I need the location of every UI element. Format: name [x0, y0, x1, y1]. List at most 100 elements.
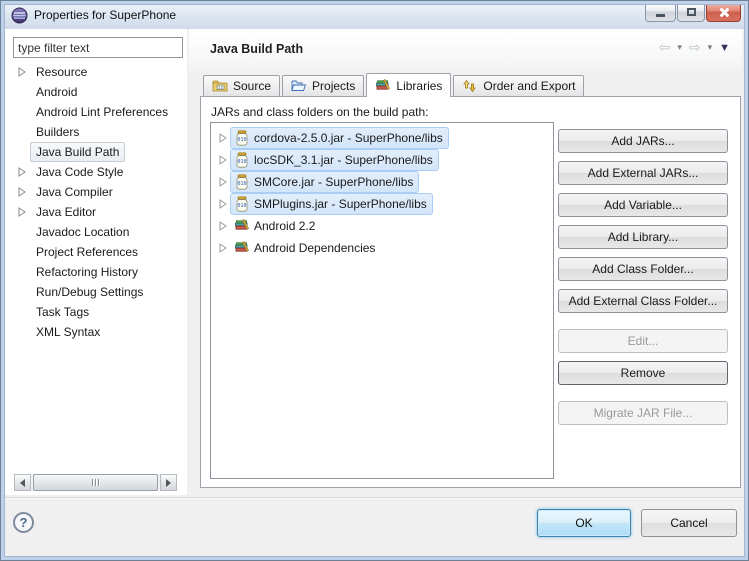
filter-input[interactable]: [13, 37, 183, 58]
sidebar-item-label: Java Code Style: [30, 162, 129, 182]
tab-label: Order and Export: [483, 79, 575, 93]
list-item-android-dependencies[interactable]: Android Dependencies: [211, 237, 553, 259]
close-icon: [718, 7, 729, 18]
list-item-smplugins-jar[interactable]: 010 SMPlugins.jar - SuperPhone/libs: [211, 193, 553, 215]
build-path-list-label: JARs and class folders on the build path…: [211, 105, 428, 119]
maximize-button[interactable]: [677, 3, 705, 22]
list-item-label: Android Dependencies: [254, 241, 375, 255]
library-books-icon: [375, 78, 391, 94]
remove-button[interactable]: Remove: [558, 361, 728, 385]
jar-file-icon: 010: [234, 130, 250, 146]
expander-icon[interactable]: [219, 243, 227, 253]
view-menu-icon[interactable]: ▼: [719, 42, 730, 54]
tab-libraries[interactable]: Libraries: [366, 73, 451, 97]
close-button[interactable]: [706, 3, 741, 22]
sidebar-item-java-code-style[interactable]: Java Code Style: [13, 162, 185, 182]
list-item-android-22[interactable]: Android 2.2: [211, 215, 553, 237]
add-class-folder-button[interactable]: Add Class Folder...: [558, 257, 728, 281]
list-item-smcore-jar[interactable]: 010 SMCore.jar - SuperPhone/libs: [211, 171, 553, 193]
expander-icon[interactable]: [219, 177, 227, 187]
order-export-icon: [462, 78, 478, 94]
scrollbar-track[interactable]: [31, 474, 160, 491]
sidebar-item-refactoring-history[interactable]: Refactoring History: [13, 262, 185, 282]
add-library-button[interactable]: Add Library...: [558, 225, 728, 249]
tab-label: Source: [233, 79, 271, 93]
android-library-icon: [234, 218, 250, 234]
list-item-cordova-jar[interactable]: 010 cordova-2.5.0.jar - SuperPhone/libs: [211, 127, 553, 149]
expander-icon[interactable]: [18, 207, 26, 217]
expander-icon[interactable]: [219, 221, 227, 231]
projects-folder-icon: [291, 78, 307, 94]
sidebar-item-android-lint-preferences[interactable]: Android Lint Preferences: [13, 102, 185, 122]
scroll-left-button[interactable]: [14, 474, 31, 491]
sidebar-item-project-references[interactable]: Project References: [13, 242, 185, 262]
add-external-jars-button[interactable]: Add External JARs...: [558, 161, 728, 185]
footer-separator: [5, 497, 744, 498]
sidebar: Resource Android Android Lint Preference…: [5, 29, 187, 495]
sidebar-item-android[interactable]: Android: [13, 82, 185, 102]
sidebar-item-label: Run/Debug Settings: [30, 282, 149, 302]
add-variable-button[interactable]: Add Variable...: [558, 193, 728, 217]
sidebar-item-label: Android Lint Preferences: [30, 102, 174, 122]
add-jars-button[interactable]: Add JARs...: [558, 129, 728, 153]
tab-order-and-export[interactable]: Order and Export: [453, 75, 584, 96]
expander-icon[interactable]: [18, 67, 26, 77]
list-item-label: locSDK_3.1.jar - SuperPhone/libs: [254, 153, 433, 167]
scroll-left-icon: [20, 479, 25, 487]
migrate-jar-file-button: Migrate JAR File...: [558, 401, 728, 425]
edit-button: Edit...: [558, 329, 728, 353]
scroll-right-icon: [166, 479, 171, 487]
tab-label: Projects: [312, 79, 355, 93]
expander-icon[interactable]: [18, 187, 26, 197]
sidebar-item-label: Project References: [30, 242, 144, 262]
title-bar[interactable]: Properties for SuperPhone: [1, 1, 748, 29]
sidebar-item-java-editor[interactable]: Java Editor: [13, 202, 185, 222]
svg-text:010: 010: [237, 137, 246, 143]
sidebar-item-run-debug-settings[interactable]: Run/Debug Settings: [13, 282, 185, 302]
android-library-icon: [234, 240, 250, 256]
maximize-icon: [687, 8, 696, 16]
sidebar-item-label: Resource: [30, 62, 93, 82]
minimize-button[interactable]: [645, 3, 676, 22]
sidebar-item-label: Refactoring History: [30, 262, 144, 282]
forward-dropdown-icon[interactable]: ▾: [708, 42, 713, 53]
help-button[interactable]: ?: [13, 512, 34, 533]
source-folder-icon: [212, 78, 228, 94]
sidebar-item-java-compiler[interactable]: Java Compiler: [13, 182, 185, 202]
window-title: Properties for SuperPhone: [34, 8, 176, 22]
expander-icon[interactable]: [219, 133, 227, 143]
sidebar-item-builders[interactable]: Builders: [13, 122, 185, 142]
sidebar-horizontal-scrollbar[interactable]: [14, 474, 177, 491]
sidebar-item-task-tags[interactable]: Task Tags: [13, 302, 185, 322]
scroll-right-button[interactable]: [160, 474, 177, 491]
list-item-label: SMCore.jar - SuperPhone/libs: [254, 175, 413, 189]
sidebar-item-xml-syntax[interactable]: XML Syntax: [13, 322, 185, 342]
sidebar-item-label: XML Syntax: [30, 322, 106, 342]
build-path-list[interactable]: 010 cordova-2.5.0.jar - SuperPhone/libs …: [210, 122, 554, 479]
minimize-icon: [656, 14, 665, 17]
expander-icon[interactable]: [219, 199, 227, 209]
list-item-label: Android 2.2: [254, 219, 315, 233]
forward-icon[interactable]: ⇨: [689, 39, 701, 56]
list-item-locsdk-jar[interactable]: 010 locSDK_3.1.jar - SuperPhone/libs: [211, 149, 553, 171]
back-icon[interactable]: ⇦: [659, 39, 671, 56]
tab-source[interactable]: Source: [203, 75, 280, 96]
cancel-button[interactable]: Cancel: [641, 509, 737, 537]
expander-icon[interactable]: [18, 167, 26, 177]
back-dropdown-icon[interactable]: ▾: [677, 42, 682, 53]
expander-icon[interactable]: [219, 155, 227, 165]
svg-text:010: 010: [237, 159, 246, 165]
tab-label: Libraries: [396, 79, 442, 93]
sidebar-item-label: Android: [30, 82, 83, 102]
sidebar-item-java-build-path[interactable]: Java Build Path: [13, 142, 185, 162]
add-external-class-folder-button[interactable]: Add External Class Folder...: [558, 289, 728, 313]
sidebar-item-label: Task Tags: [30, 302, 95, 322]
sidebar-item-javadoc-location[interactable]: Javadoc Location: [13, 222, 185, 242]
sidebar-item-label: Javadoc Location: [30, 222, 135, 242]
scrollbar-thumb[interactable]: [33, 474, 158, 491]
libraries-panel: JARs and class folders on the build path…: [200, 96, 741, 488]
sidebar-item-resource[interactable]: Resource: [13, 62, 185, 82]
svg-text:010: 010: [237, 203, 246, 209]
ok-button[interactable]: OK: [537, 509, 631, 537]
tab-projects[interactable]: Projects: [282, 75, 364, 96]
